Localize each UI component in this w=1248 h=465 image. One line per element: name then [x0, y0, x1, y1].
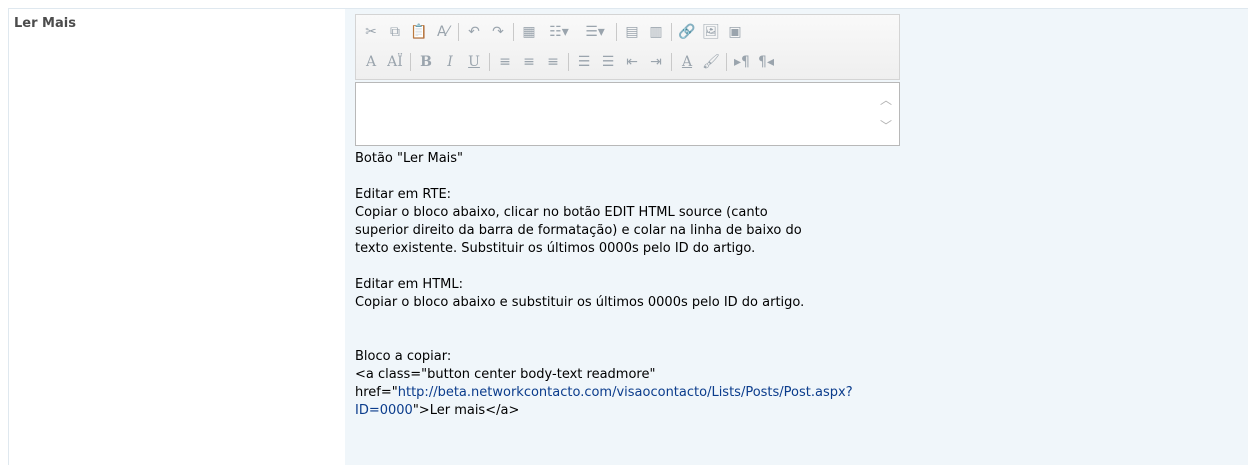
align-left-icon[interactable]: ≡: [494, 51, 516, 73]
description-line: texto existente. Substituir os últimos 0…: [355, 241, 756, 256]
italic-icon[interactable]: I: [439, 51, 461, 73]
toolbar-separator: [568, 53, 569, 71]
toolbar-separator: [458, 23, 459, 41]
rtl-icon[interactable]: ¶◂: [755, 51, 777, 73]
description-line: Editar em HTML:: [355, 277, 463, 292]
align-right-icon[interactable]: ≡: [542, 51, 564, 73]
toolbar-separator: [489, 53, 490, 71]
insert-row-icon[interactable]: ☷▾: [542, 21, 576, 43]
text-style-icon[interactable]: A: [360, 51, 382, 73]
align-center-icon[interactable]: ≡: [518, 51, 540, 73]
numbered-list-icon[interactable]: ☰: [573, 51, 595, 73]
description-line: Bloco a copiar:: [355, 349, 452, 364]
label-cell: [9, 9, 345, 465]
paste-icon[interactable]: 📋: [408, 21, 430, 43]
redo-icon[interactable]: ↷: [487, 21, 509, 43]
field-description: Botão "Ler Mais" Editar em RTE: Copiar o…: [355, 150, 1215, 420]
formatting-toolbar: ✂ ⧉ 📋 A⁄ ↶ ↷ ▦ ☷▾ ☰▾ ▤ ▥ 🔗 🖼 ▣ A AÏ B I U ≡ ≡ ≡ ☰ ☰ ⇤ ⇥ A 🖌 ▸¶ ¶◂: [355, 14, 900, 80]
chevron-up-icon[interactable]: ︿: [879, 93, 893, 107]
merge-cells-icon[interactable]: ▤: [621, 21, 643, 43]
undo-icon[interactable]: ↶: [463, 21, 485, 43]
ltr-icon[interactable]: ▸¶: [731, 51, 753, 73]
toolbar-row-1: ✂ ⧉ 📋 A⁄ ↶ ↷ ▦ ☷▾ ☰▾ ▤ ▥ 🔗 🖼 ▣: [360, 19, 748, 45]
font-size-icon[interactable]: AÏ: [384, 51, 406, 73]
insert-column-icon[interactable]: ☰▾: [578, 21, 612, 43]
code-line: href="http://beta.networkcontacto.com/vi…: [355, 384, 1215, 402]
post-id-link[interactable]: ID=0000: [355, 403, 413, 418]
form-row: Ler Mais ✂ ⧉ 📋 A⁄ ↶ ↷ ▦ ☷▾ ☰▾ ▤ ▥ 🔗 🖼 ▣ A AÏ B I U ≡ ≡ ≡ ☰ ☰ ⇤ ⇥…: [0, 0, 1248, 465]
toolbar-separator: [410, 53, 411, 71]
code-line: ID=0000">Ler mais</a>: [355, 402, 1215, 420]
bold-icon[interactable]: B: [415, 51, 437, 73]
description-line: Editar em RTE:: [355, 187, 452, 202]
toolbar-row-2: A AÏ B I U ≡ ≡ ≡ ☰ ☰ ⇤ ⇥ A 🖌 ▸¶ ¶◂: [360, 49, 779, 75]
insert-table-icon[interactable]: ▦: [518, 21, 540, 43]
post-url-link[interactable]: http://beta.networkcontacto.com/visaocon…: [398, 385, 853, 400]
description-line: Copiar o bloco abaixo e substituir os úl…: [355, 295, 805, 310]
font-color-icon[interactable]: A: [676, 51, 698, 73]
toolbar-separator: [726, 53, 727, 71]
highlight-color-icon[interactable]: 🖌: [700, 51, 722, 73]
description-line: superior direito da barra de formatação)…: [355, 223, 802, 238]
table-properties-icon[interactable]: ▥: [645, 21, 667, 43]
editor-textarea[interactable]: ︿ ﹀: [355, 82, 900, 146]
toolbar-separator: [616, 23, 617, 41]
insert-webpart-icon[interactable]: ▣: [724, 21, 746, 43]
toolbar-separator: [513, 23, 514, 41]
code-line: <a class="button center body-text readmo…: [355, 367, 656, 382]
spellcheck-icon[interactable]: A⁄: [432, 21, 454, 43]
insert-link-icon[interactable]: 🔗: [676, 21, 698, 43]
insert-image-icon[interactable]: 🖼: [700, 21, 722, 43]
toolbar-separator: [671, 53, 672, 71]
underline-icon[interactable]: U: [463, 51, 485, 73]
chevron-down-icon[interactable]: ﹀: [879, 119, 893, 133]
copy-icon[interactable]: ⧉: [384, 21, 406, 43]
bullet-list-icon[interactable]: ☰: [597, 51, 619, 73]
field-label: Ler Mais: [14, 16, 76, 31]
rich-text-editor: ✂ ⧉ 📋 A⁄ ↶ ↷ ▦ ☷▾ ☰▾ ▤ ▥ 🔗 🖼 ▣ A AÏ B I U ≡ ≡ ≡ ☰ ☰ ⇤ ⇥ A 🖌 ▸¶ ¶◂ ︿ …: [355, 14, 900, 146]
toolbar-separator: [671, 23, 672, 41]
description-line: Botão "Ler Mais": [355, 151, 464, 166]
decrease-indent-icon[interactable]: ⇤: [621, 51, 643, 73]
cut-icon[interactable]: ✂: [360, 21, 382, 43]
increase-indent-icon[interactable]: ⇥: [645, 51, 667, 73]
code-text: ">Ler mais</a>: [412, 403, 520, 418]
description-line: Copiar o bloco abaixo, clicar no botão E…: [355, 205, 768, 220]
code-text: href=": [355, 385, 398, 400]
